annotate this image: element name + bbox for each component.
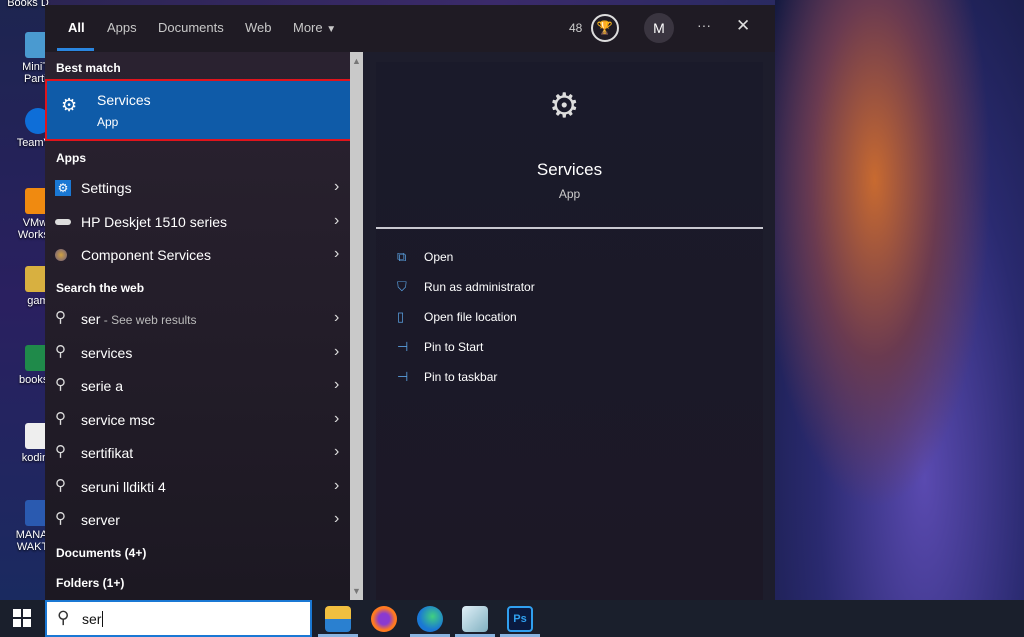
item-label: service msc [81,412,155,428]
section-search-web: Search the web [56,281,145,295]
tab-documents[interactable]: Documents [158,20,224,35]
wallpaper [775,0,1024,600]
web-result[interactable]: ⚲ server › [45,504,350,536]
item-label: serie a [81,378,124,394]
desktop-icon-label: Books D [7,0,49,9]
search-input[interactable]: ser [82,611,104,627]
chevron-right-icon[interactable]: › [334,376,339,394]
search-icon: ⚲ [55,343,66,360]
search-icon: ⚲ [57,608,70,627]
search-icon: ⚲ [55,443,66,460]
item-label: Settings [81,180,132,196]
search-icon: ⚲ [55,309,66,326]
web-result[interactable]: ⚲ ser - See web results › [45,303,350,335]
chevron-right-icon[interactable]: › [334,343,339,361]
component-services-icon [55,249,67,261]
item-label: seruni lldikti 4 [81,479,166,495]
search-icon: ⚲ [55,410,66,427]
item-label: ser [81,311,101,327]
avatar[interactable]: M [644,13,674,43]
chevron-right-icon[interactable]: › [334,309,339,327]
best-match-services[interactable]: ⚙ Services App [45,79,352,141]
scroll-up-icon[interactable]: ▲ [352,56,361,66]
tab-web[interactable]: Web [245,20,272,35]
item-label: Component Services [81,247,211,263]
web-result[interactable]: ⚲ services › [45,337,350,369]
app-hp-deskjet[interactable]: HP Deskjet 1510 series › [45,206,350,238]
scrollbar[interactable]: ▲ ▼ [350,52,363,600]
file-explorer-icon[interactable] [325,606,351,632]
best-match-title: Services [97,92,151,108]
taskbar: ⚲ ser Ps [0,600,1024,637]
tab-all[interactable]: All [68,20,85,35]
photoshop-icon[interactable]: Ps [507,606,533,632]
web-result[interactable]: ⚲ serie a › [45,370,350,402]
divider [376,227,763,229]
chevron-right-icon[interactable]: › [334,178,339,196]
action-label: Pin to taskbar [424,370,498,384]
section-apps: Apps [56,151,86,165]
pin-icon: ⊣ [397,339,409,354]
shield-icon: ⛉ [397,279,407,294]
chevron-right-icon[interactable]: › [334,410,339,428]
app-component-services[interactable]: Component Services › [45,239,350,271]
settings-icon: ⚙ [55,180,71,196]
action-label: Pin to Start [424,340,484,354]
edge-icon[interactable] [417,606,443,632]
web-result[interactable]: ⚲ service msc › [45,404,350,436]
search-tabs-bar: All Apps Documents Web More ▼ 48 🏆 M ···… [45,5,775,52]
chevron-right-icon[interactable]: › [334,212,339,230]
search-icon: ⚲ [55,477,66,494]
item-label: server [81,512,120,528]
printer-icon [55,219,71,225]
search-panel: All Apps Documents Web More ▼ 48 🏆 M ···… [45,5,775,600]
firefox-icon[interactable] [371,606,397,632]
action-label: Open file location [424,310,517,324]
section-best-match: Best match [56,61,121,75]
tab-more-label: More [293,20,323,35]
action-label: Run as administrator [424,280,535,294]
active-tab-indicator [57,48,94,51]
more-options-icon[interactable]: ··· [697,17,711,33]
notepad-icon[interactable] [462,606,488,632]
best-match-subtitle: App [97,115,119,129]
item-label: services [81,345,133,361]
section-folders[interactable]: Folders (1+) [56,576,124,590]
trophy-icon[interactable]: 🏆 [591,14,619,42]
close-icon[interactable]: ✕ [736,16,750,36]
tab-apps[interactable]: Apps [107,20,137,35]
pin-icon: ⊣ [397,369,409,384]
desktop: Books D MiniTo Partiti TeamVie VMwa Work… [0,0,60,600]
windows-start-icon[interactable] [13,609,31,627]
taskbar-search-box[interactable]: ⚲ ser [45,600,312,637]
chevron-right-icon[interactable]: › [334,245,339,263]
rewards-points: 48 [569,21,583,35]
web-result[interactable]: ⚲ seruni lldikti 4 › [45,471,350,503]
web-result[interactable]: ⚲ sertifikat › [45,437,350,469]
action-label: Open [424,250,454,264]
preview-pane: ⚙ Services App ⧉ Open ⛉ Run as administrat… [363,52,775,600]
preview-title: Services [536,160,603,179]
scroll-down-icon[interactable]: ▼ [352,586,361,596]
tab-more[interactable]: More ▼ [293,20,336,35]
services-gear-icon: ⚙ [549,87,580,125]
open-icon: ⧉ [397,249,407,264]
preview-subtitle: App [558,187,581,201]
search-icon: ⚲ [55,510,66,527]
app-settings[interactable]: ⚙ Settings › [45,172,350,204]
chevron-right-icon[interactable]: › [334,510,339,528]
caret-down-icon: ▼ [326,24,337,35]
file-location-icon: ▯ [397,309,405,324]
item-suffix: - See web results [100,313,197,327]
preview-card: ⚙ Services App ⧉ Open ⛉ Run as administrat… [376,62,763,600]
item-label: sertifikat [81,445,134,461]
section-documents[interactable]: Documents (4+) [56,546,146,560]
services-gear-icon: ⚙ [61,95,78,115]
chevron-right-icon[interactable]: › [334,443,339,461]
item-label: HP Deskjet 1510 series [81,214,228,230]
search-icon: ⚲ [55,376,66,393]
results-list: Best match ⚙ Services App Apps ⚙ Settings… [45,52,352,600]
chevron-right-icon[interactable]: › [334,477,339,495]
